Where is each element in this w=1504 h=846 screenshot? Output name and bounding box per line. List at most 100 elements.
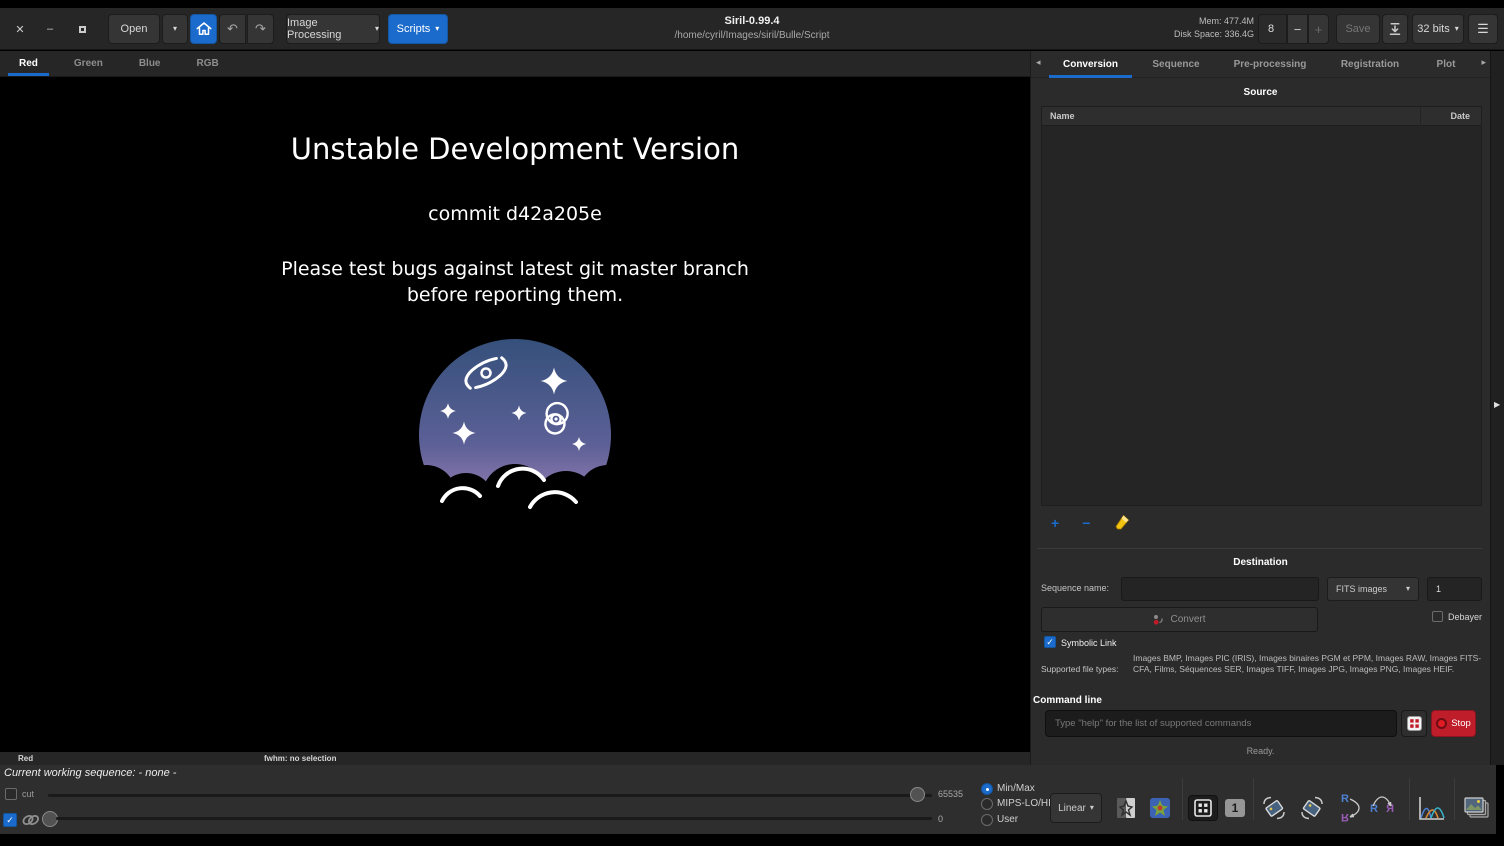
- stop-button[interactable]: Stop: [1431, 710, 1476, 737]
- tab-rgb[interactable]: RGB: [185, 51, 229, 76]
- open-button[interactable]: Open: [108, 14, 160, 44]
- undo-icon: ↶: [227, 21, 238, 37]
- add-files-button[interactable]: +: [1051, 516, 1059, 530]
- debayer-label: Debayer: [1448, 612, 1482, 622]
- source-section-title: Source: [1031, 87, 1490, 98]
- save-as-icon: [1386, 20, 1404, 38]
- supported-file-types-text: Images BMP, Images PIC (IRIS), Images bi…: [1133, 653, 1483, 675]
- display-mode-dropdown[interactable]: Linear ▾: [1050, 793, 1102, 823]
- chevron-down-icon: ▾: [1455, 25, 1459, 33]
- sequence-name-input[interactable]: [1121, 577, 1319, 601]
- command-list-button[interactable]: [1401, 710, 1427, 737]
- convert-button[interactable]: Convert: [1041, 607, 1318, 632]
- disk-space-label: Disk Space: 336.4G: [1174, 28, 1254, 41]
- open-recent-dropdown[interactable]: ▾: [162, 14, 188, 44]
- rotate-left-button[interactable]: [1260, 795, 1288, 821]
- tab-rgb-label: RGB: [196, 58, 218, 69]
- start-index-input[interactable]: [1427, 577, 1482, 601]
- bit-depth-dropdown[interactable]: 32 bits ▾: [1412, 14, 1464, 44]
- undo-button[interactable]: ↶: [219, 14, 246, 44]
- high-level-slider-track[interactable]: [48, 794, 932, 797]
- tab-registration[interactable]: Registration: [1327, 51, 1413, 78]
- tab-pre-processing[interactable]: Pre-processing: [1223, 51, 1317, 78]
- home-button[interactable]: [190, 14, 217, 44]
- image-canvas[interactable]: Unstable Development Version commit d42a…: [0, 77, 1030, 752]
- source-files-table[interactable]: Name Date: [1041, 106, 1482, 506]
- redo-icon: ↷: [255, 21, 266, 37]
- image-processing-menu-button[interactable]: Image Processing ▾: [286, 14, 380, 44]
- source-list-toolbar: + −: [1051, 514, 1130, 531]
- command-list-icon: [1407, 716, 1422, 731]
- threads-increment-button[interactable]: +: [1308, 14, 1329, 44]
- radio-mips-lo-hi[interactable]: [981, 798, 993, 810]
- false-color-button[interactable]: [1146, 795, 1174, 821]
- rotate-right-button[interactable]: [1298, 795, 1326, 821]
- tab-red[interactable]: Red: [8, 51, 49, 76]
- current-working-sequence: Current working sequence: - none -: [4, 767, 176, 779]
- cut-checkbox[interactable]: [5, 788, 17, 800]
- sequence-frames-button[interactable]: [1460, 795, 1492, 821]
- threads-decrement-button[interactable]: −: [1287, 14, 1308, 44]
- remove-files-button[interactable]: −: [1082, 516, 1090, 530]
- bottom-bar: Current working sequence: - none - cut 6…: [0, 765, 1504, 834]
- tab-green[interactable]: Green: [63, 51, 114, 76]
- panel-expander-arrow[interactable]: ▶: [1494, 400, 1500, 409]
- chevron-down-icon: ▾: [1090, 804, 1094, 812]
- restore-window-button[interactable]: [70, 8, 94, 50]
- save-as-button[interactable]: [1382, 14, 1408, 44]
- tab-conversion[interactable]: Conversion: [1049, 51, 1132, 78]
- symbolic-link-checkbox[interactable]: ✓: [1044, 636, 1056, 648]
- zoom-100-button[interactable]: 1: [1221, 795, 1249, 821]
- toolbar-divider: [1454, 778, 1455, 820]
- zoom-fit-button[interactable]: [1188, 795, 1218, 821]
- tab-sequence-label: Sequence: [1152, 59, 1199, 70]
- close-window-button[interactable]: ✕: [8, 8, 32, 50]
- tab-sequence[interactable]: Sequence: [1139, 51, 1213, 78]
- column-name: Name: [1050, 111, 1075, 121]
- command-line-section-title: Command line: [1033, 695, 1102, 706]
- save-button[interactable]: Save: [1336, 14, 1380, 44]
- unstable-version-title: Unstable Development Version: [291, 132, 739, 166]
- threads-value: 8: [1268, 23, 1274, 35]
- debayer-checkbox[interactable]: [1432, 611, 1443, 622]
- tab-plot-label: Plot: [1437, 59, 1456, 70]
- threads-spinbox[interactable]: 8: [1258, 14, 1287, 44]
- symbolic-link-label: Symbolic Link: [1061, 638, 1117, 648]
- link-levels-checkbox[interactable]: ✓: [3, 813, 17, 827]
- radio-mips-lo-hi-label: MIPS-LO/HI: [997, 798, 1051, 809]
- negative-view-button[interactable]: [1112, 795, 1140, 821]
- warning-line-1: Please test bugs against latest git mast…: [281, 256, 749, 282]
- bit-depth-value: 32 bits: [1417, 23, 1449, 35]
- output-format-value: FITS images: [1336, 584, 1387, 594]
- flip-horizontal-button[interactable]: R R: [1368, 795, 1396, 821]
- column-date: Date: [1450, 111, 1470, 121]
- radio-user[interactable]: [981, 814, 993, 826]
- toolbar-divider: [1182, 778, 1183, 820]
- high-level-slider-handle[interactable]: [910, 787, 925, 802]
- toolbar-divider: [1409, 778, 1410, 820]
- image-processing-label: Image Processing: [287, 17, 370, 41]
- tab-registration-label: Registration: [1341, 59, 1399, 70]
- radio-minmax[interactable]: [981, 783, 993, 795]
- clear-list-button[interactable]: [1113, 514, 1130, 531]
- plus-icon: +: [1315, 22, 1323, 37]
- scripts-menu-button[interactable]: Scripts ▾: [388, 14, 448, 44]
- redo-button[interactable]: ↷: [247, 14, 274, 44]
- minimize-window-button[interactable]: –: [38, 8, 62, 50]
- hamburger-menu-button[interactable]: ☰: [1468, 14, 1498, 44]
- tab-blue[interactable]: Blue: [128, 51, 172, 76]
- siril-window: ✕ – Open ▾ ↶ ↷ Image Processing ▾ Script…: [0, 0, 1504, 846]
- output-format-dropdown[interactable]: FITS images ▾: [1327, 577, 1419, 601]
- chain-link-icon: [21, 812, 40, 828]
- tabs-scroll-left-button[interactable]: ◂: [1036, 57, 1041, 68]
- command-line-input[interactable]: [1045, 710, 1397, 737]
- flip-vertical-button[interactable]: R R: [1334, 795, 1362, 821]
- minus-icon: −: [1294, 22, 1302, 37]
- fwhm-status: fwhm: no selection: [264, 754, 336, 763]
- tabs-scroll-right-button[interactable]: ▸: [1481, 57, 1486, 68]
- supported-file-types-label: Supported file types:: [1041, 664, 1119, 674]
- tab-conversion-label: Conversion: [1063, 59, 1118, 70]
- low-level-slider-track[interactable]: [56, 817, 932, 820]
- tab-plot[interactable]: Plot: [1423, 51, 1469, 78]
- histogram-button[interactable]: [1416, 795, 1448, 821]
